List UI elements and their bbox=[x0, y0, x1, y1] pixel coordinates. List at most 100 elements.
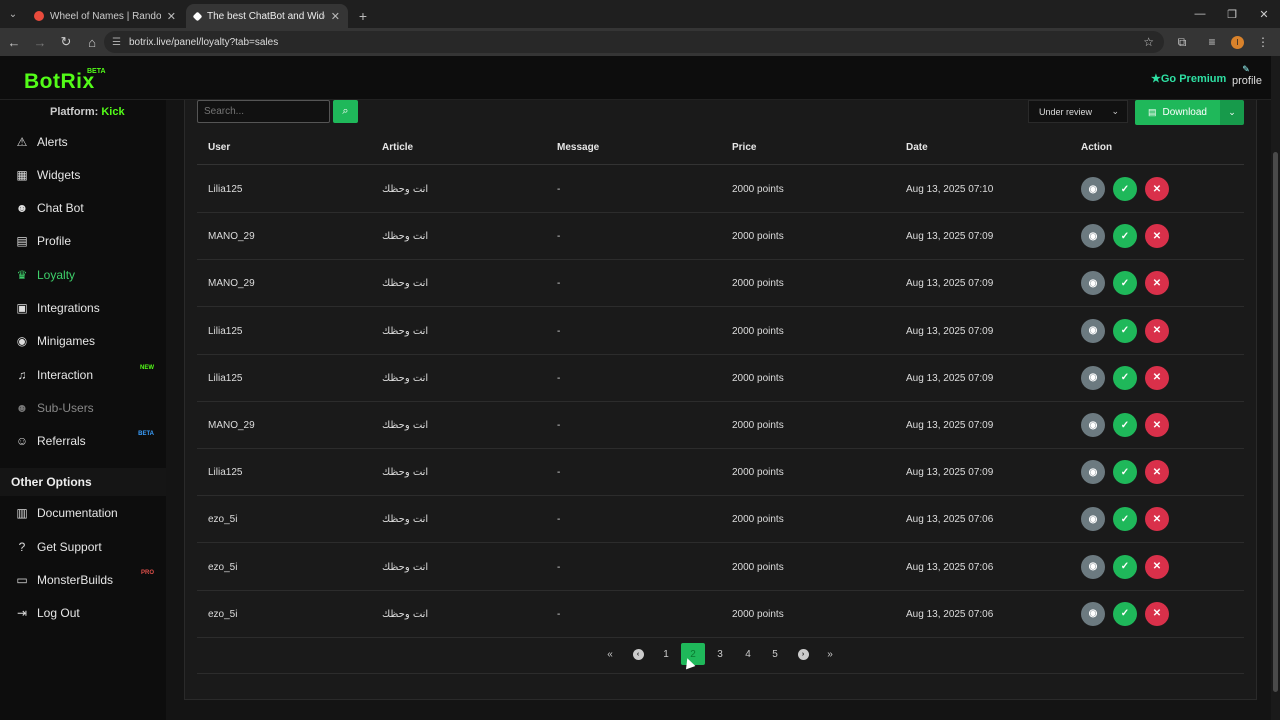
first-page-icon[interactable]: « bbox=[598, 643, 622, 665]
status-filter-select[interactable]: Under review ⌄ bbox=[1028, 100, 1128, 123]
approve-button[interactable]: ✓ bbox=[1113, 554, 1137, 579]
profile-link[interactable]: ✎ profile bbox=[1232, 64, 1262, 87]
approve-button[interactable]: ✓ bbox=[1113, 177, 1137, 201]
column-header-date[interactable]: Date bbox=[906, 142, 928, 153]
cell-message: - bbox=[557, 231, 561, 243]
column-header-user[interactable]: User bbox=[208, 142, 230, 153]
page-1[interactable]: 1 bbox=[654, 643, 678, 665]
last-page-icon[interactable]: » bbox=[818, 643, 842, 665]
view-button[interactable]: ◉ bbox=[1081, 460, 1105, 485]
sidebar-item-log-out[interactable]: ⇥ Log Out bbox=[14, 603, 162, 623]
close-window-icon[interactable]: ✕ bbox=[1248, 0, 1280, 28]
approve-button[interactable]: ✓ bbox=[1113, 318, 1137, 343]
sidebar-item-get-support[interactable]: ? Get Support bbox=[14, 537, 162, 557]
close-tab-icon[interactable]: ✕ bbox=[167, 10, 176, 23]
new-tab-icon[interactable]: + bbox=[350, 4, 376, 28]
sidebar-item-profile[interactable]: ▤ Profile bbox=[14, 231, 162, 251]
view-button[interactable]: ◉ bbox=[1081, 554, 1105, 579]
view-button[interactable]: ◉ bbox=[1081, 271, 1105, 296]
cell-user: Lilia125 bbox=[208, 467, 243, 479]
pencil-icon: ✎ bbox=[1242, 64, 1250, 74]
site-settings-icon[interactable]: ☰ bbox=[112, 37, 121, 48]
restore-icon[interactable]: ❐ bbox=[1216, 0, 1248, 28]
scrollbar-thumb[interactable] bbox=[1273, 152, 1278, 692]
sidebar-item-chat-bot[interactable]: ☻ Chat Bot bbox=[14, 198, 162, 218]
close-tab-icon[interactable]: ✕ bbox=[331, 10, 340, 23]
sidebar-item-documentation[interactable]: ▥ Documentation bbox=[14, 503, 162, 523]
cell-price: 2000 points bbox=[732, 184, 784, 195]
profile-avatar[interactable]: I bbox=[1231, 35, 1244, 49]
approve-button[interactable]: ✓ bbox=[1113, 460, 1137, 485]
minimize-icon[interactable]: — bbox=[1184, 0, 1216, 28]
reject-button[interactable]: ✕ bbox=[1145, 507, 1169, 532]
prev-page-icon[interactable]: ‹ bbox=[626, 643, 650, 665]
go-premium-link[interactable]: ★Go Premium bbox=[1151, 72, 1226, 85]
view-button[interactable]: ◉ bbox=[1081, 601, 1105, 626]
search-button[interactable]: ⌕ bbox=[333, 100, 358, 123]
view-button[interactable]: ◉ bbox=[1081, 318, 1105, 343]
check-icon: ✓ bbox=[1120, 372, 1130, 384]
approve-button[interactable]: ✓ bbox=[1113, 507, 1137, 532]
chevron-down-icon: ⌄ bbox=[1228, 107, 1236, 117]
check-icon: ✓ bbox=[1120, 230, 1130, 242]
download-button[interactable]: ▤ Download bbox=[1135, 100, 1220, 125]
home-icon[interactable]: ⌂ bbox=[80, 30, 104, 54]
reject-button[interactable]: ✕ bbox=[1145, 271, 1169, 296]
pagination: « ‹ 1 2 3 4 5 › » bbox=[185, 643, 1256, 665]
sidebar-item-minigames[interactable]: ◉ Minigames bbox=[14, 331, 162, 351]
sidebar-item-alerts[interactable]: ⚠ Alerts bbox=[14, 132, 162, 152]
page-scrollbar[interactable] bbox=[1271, 56, 1280, 720]
approve-button[interactable]: ✓ bbox=[1113, 413, 1137, 437]
reject-button[interactable]: ✕ bbox=[1145, 554, 1169, 579]
sidebar-item-interaction[interactable]: ♫ Interaction NEW bbox=[14, 365, 162, 385]
sidebar-item-integrations[interactable]: ▣ Integrations bbox=[14, 298, 162, 318]
page-5[interactable]: 5 bbox=[763, 643, 787, 665]
view-button[interactable]: ◉ bbox=[1081, 365, 1105, 390]
sidebar-item-loyalty[interactable]: ♛ Loyalty bbox=[14, 265, 162, 285]
extensions-icon[interactable]: ⧉ bbox=[1171, 35, 1193, 50]
sidebar-item-referrals[interactable]: ☺ Referrals BETA bbox=[14, 431, 162, 451]
approve-button[interactable]: ✓ bbox=[1113, 365, 1137, 390]
search-input[interactable] bbox=[197, 100, 330, 123]
page-4[interactable]: 4 bbox=[736, 643, 760, 665]
reject-button[interactable]: ✕ bbox=[1145, 224, 1169, 249]
view-button[interactable]: ◉ bbox=[1081, 413, 1105, 437]
reload-icon[interactable]: ↻ bbox=[54, 30, 78, 54]
column-header-article[interactable]: Article bbox=[382, 142, 413, 153]
view-button[interactable]: ◉ bbox=[1081, 177, 1105, 201]
platform-value: Kick bbox=[101, 106, 125, 118]
reject-button[interactable]: ✕ bbox=[1145, 601, 1169, 626]
url-field[interactable]: ☰ botrix.live/panel/loyalty?tab=sales ☆ bbox=[104, 31, 1164, 53]
sidebar-item-sub-users[interactable]: ☻ Sub-Users bbox=[14, 398, 162, 418]
bookmark-star-icon[interactable]: ☆ bbox=[1143, 35, 1154, 49]
new-badge: NEW bbox=[140, 365, 154, 371]
sidebar-item-monsterbuilds[interactable]: ▭ MonsterBuilds PRO bbox=[14, 570, 162, 590]
view-button[interactable]: ◉ bbox=[1081, 224, 1105, 249]
reject-button[interactable]: ✕ bbox=[1145, 177, 1169, 201]
reject-button[interactable]: ✕ bbox=[1145, 365, 1169, 390]
back-icon[interactable]: ← bbox=[2, 30, 26, 54]
cell-price: 2000 points bbox=[732, 372, 784, 384]
approve-button[interactable]: ✓ bbox=[1113, 224, 1137, 249]
view-button[interactable]: ◉ bbox=[1081, 507, 1105, 532]
column-header-price[interactable]: Price bbox=[732, 142, 756, 153]
media-queue-icon[interactable]: ≡ bbox=[1201, 35, 1223, 49]
browser-menu-icon[interactable]: ⋮ bbox=[1252, 35, 1274, 49]
approve-button[interactable]: ✓ bbox=[1113, 271, 1137, 296]
approve-button[interactable]: ✓ bbox=[1113, 601, 1137, 626]
browser-tab-wheel[interactable]: Wheel of Names | Random nam ✕ bbox=[26, 4, 184, 28]
page-3[interactable]: 3 bbox=[708, 643, 732, 665]
column-header-message[interactable]: Message bbox=[557, 142, 599, 153]
download-options-button[interactable]: ⌄ bbox=[1220, 100, 1244, 125]
botrix-logo[interactable]: BotRix bbox=[24, 70, 95, 94]
reject-button[interactable]: ✕ bbox=[1145, 460, 1169, 485]
cell-article: انت وحظك bbox=[382, 608, 429, 620]
reject-button[interactable]: ✕ bbox=[1145, 413, 1169, 437]
tab-search-icon[interactable]: ⌄ bbox=[0, 0, 26, 28]
reject-button[interactable]: ✕ bbox=[1145, 318, 1169, 343]
browser-tab-botrix[interactable]: The best ChatBot and Widgets ✕ bbox=[186, 4, 348, 28]
next-page-icon[interactable]: › bbox=[791, 643, 815, 665]
table-row: Lilia125 انت وحظك - 2000 points Aug 13, 2025… bbox=[197, 166, 1244, 213]
sidebar-item-widgets[interactable]: ▦ Widgets bbox=[14, 165, 162, 185]
forward-icon[interactable]: → bbox=[28, 30, 52, 54]
